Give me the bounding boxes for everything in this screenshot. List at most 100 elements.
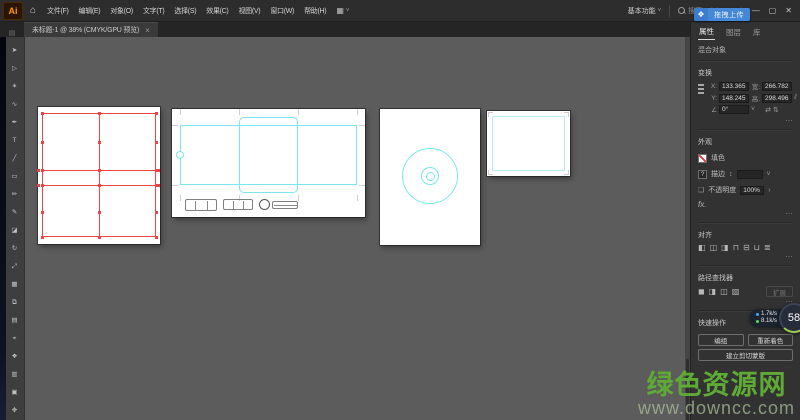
height-field[interactable]: 298.496 — [762, 94, 792, 103]
align-horizontal-right-icon[interactable]: ◨ — [721, 243, 729, 252]
unite-icon[interactable]: ◼ — [698, 287, 705, 296]
opacity-chevron-icon[interactable]: › — [768, 187, 770, 194]
document-tabbar: ▤ 未标题-1 @ 38% (CMYK/GPU 预览) × — [0, 22, 690, 37]
magic-wand-tool[interactable]: ✶ — [6, 83, 23, 91]
tab-properties[interactable]: 属性 — [698, 26, 715, 40]
sleeve-center-panel — [239, 117, 298, 193]
divider — [669, 5, 670, 17]
app-logo-icon[interactable]: Ai — [3, 2, 23, 20]
minus-front-icon[interactable]: ◨ — [709, 287, 717, 296]
opacity-field[interactable]: 100% — [740, 186, 764, 195]
menu-item[interactable]: 选择(S) — [170, 3, 200, 19]
x-field[interactable]: 133.365 — [719, 82, 749, 91]
stroke-dropdown-icon[interactable]: ˅ — [767, 171, 771, 178]
line-segment-tool[interactable]: ╱ — [6, 155, 23, 163]
rotate-field[interactable]: 0° — [719, 105, 749, 114]
align-vertical-center-icon[interactable]: ⊟ — [743, 243, 750, 252]
eyedropper-tool[interactable]: ⌖ — [6, 335, 23, 343]
fill-none-swatch[interactable] — [698, 154, 707, 163]
appearance-more-options[interactable]: ··· — [698, 211, 793, 217]
speed-score-circle[interactable]: 58 — [779, 303, 800, 333]
instruction-diagram-1 — [185, 199, 217, 211]
selection-tool[interactable]: ➤ — [6, 47, 23, 55]
artboard-1-box-template[interactable] — [38, 107, 160, 244]
pencil-tool[interactable]: ✎ — [6, 209, 23, 217]
scale-tool[interactable]: ⤢ — [6, 263, 23, 271]
reference-point-selector[interactable] — [698, 84, 704, 96]
distribute-icon[interactable]: ≣ — [764, 243, 771, 252]
download-dot-icon — [756, 320, 759, 323]
tab-libraries[interactable]: 库 — [752, 27, 762, 40]
angle-dropdown-icon[interactable]: ˅ — [751, 106, 755, 113]
make-clipping-mask-button[interactable]: 建立剪切蒙版 — [698, 349, 793, 361]
tab-close-icon[interactable]: × — [145, 26, 150, 35]
rotate-tool[interactable]: ↻ — [6, 245, 23, 253]
menu-bar: 文件(F)编辑(E)对象(O)文字(T)选择(S)效果(C)视图(V)窗口(W)… — [43, 3, 330, 19]
free-transform-tool[interactable]: ▦ — [6, 281, 23, 289]
menu-item[interactable]: 视图(V) — [234, 3, 264, 19]
gradient-tool[interactable]: ▤ — [6, 317, 23, 325]
pen-tool[interactable]: ✒ — [6, 119, 23, 127]
align-horizontal-center-icon[interactable]: ◫ — [710, 243, 718, 252]
menu-item[interactable]: 窗口(W) — [266, 3, 298, 19]
box-band-bottom-line — [42, 185, 156, 186]
home-icon[interactable]: ⌂ — [30, 5, 36, 16]
menu-item[interactable]: 编辑(E) — [75, 3, 105, 19]
expand-button[interactable]: 扩展 — [766, 286, 793, 297]
recolor-button[interactable]: 重新着色 — [748, 334, 794, 346]
selection-type-label: 混合对象 — [698, 45, 793, 55]
artboard-4-label-card[interactable] — [487, 111, 570, 176]
menu-item[interactable]: 效果(C) — [202, 3, 232, 19]
canvas[interactable] — [25, 37, 690, 420]
paintbrush-tool[interactable]: ✏ — [6, 191, 23, 199]
hand-tool[interactable]: ✥ — [6, 407, 23, 415]
blend-tool[interactable]: ❖ — [6, 353, 23, 361]
upload-tooltip-badge[interactable]: ❖ 拖拽上传 — [694, 8, 750, 21]
y-field[interactable]: 148.245 — [719, 94, 749, 103]
watermark-title: 绿色资源网 — [638, 371, 795, 399]
eraser-tool[interactable]: ◪ — [6, 227, 23, 235]
document-tab[interactable]: 未标题-1 @ 38% (CMYK/GPU 预览) × — [24, 22, 158, 37]
tab-layers[interactable]: 图层 — [725, 27, 742, 40]
selection-handles — [37, 106, 40, 109]
exclude-icon[interactable]: ▨ — [732, 287, 740, 296]
direct-selection-tool[interactable]: ▷ — [6, 65, 23, 73]
artboard-3-disc[interactable] — [380, 109, 480, 245]
constrain-proportions-icon[interactable]: ⫽ — [794, 94, 797, 102]
speed-monitor-widget[interactable]: 1.7k/s 8.1k/s 58 — [750, 303, 800, 333]
intersect-icon[interactable]: ◫ — [720, 287, 728, 296]
column-graph-tool[interactable]: ▥ — [6, 371, 23, 379]
type-tool[interactable]: T — [6, 137, 23, 145]
align-horizontal-left-icon[interactable]: ◧ — [698, 243, 706, 252]
align-more-options[interactable]: ··· — [698, 254, 793, 260]
arrange-documents-icon[interactable]: ▦ — [336, 6, 344, 15]
artboard-tool[interactable]: ▣ — [6, 389, 23, 397]
menu-item[interactable]: 对象(O) — [106, 3, 137, 19]
stroke-mixed-swatch[interactable]: ? — [698, 170, 707, 179]
panel-menu-icon[interactable]: ▤ — [0, 29, 24, 37]
tool-palette: ➤▷✶∿✒T╱▭✏✎◪↻⤢▦⧉▤⌖❖▥▣✥⌕ ▣ ⋯ — [6, 37, 25, 420]
stroke-weight-field[interactable] — [737, 170, 763, 179]
upload-speed: 1.7k/s — [761, 311, 777, 318]
align-vertical-top-icon[interactable]: ⊓ — [733, 243, 739, 252]
artboard-2-sleeve-template[interactable] — [172, 109, 365, 217]
menu-item[interactable]: 帮助(H) — [300, 3, 330, 19]
flip-horizontal-icon[interactable]: ⇄ — [765, 106, 771, 114]
workspace-switcher[interactable]: 基本功能 ˅ — [628, 6, 662, 16]
transform-more-options[interactable]: ··· — [698, 118, 793, 124]
lasso-tool[interactable]: ∿ — [6, 101, 23, 109]
rectangle-tool[interactable]: ▭ — [6, 173, 23, 181]
shape-builder-tool[interactable]: ⧉ — [6, 299, 23, 307]
menu-item[interactable]: 文字(T) — [139, 3, 168, 19]
width-field[interactable]: 266.782 — [762, 82, 792, 91]
group-button[interactable]: 编组 — [698, 334, 744, 346]
minimize-button[interactable]: — — [752, 6, 760, 15]
align-vertical-bottom-icon[interactable]: ⊔ — [754, 243, 760, 252]
stroke-weight-stepper[interactable]: ↕ — [729, 171, 733, 178]
flip-vertical-icon[interactable]: ⇅ — [773, 106, 779, 114]
maximize-button[interactable]: ▢ — [769, 6, 777, 15]
menu-item[interactable]: 文件(F) — [43, 3, 72, 19]
content: ▤ 未标题-1 @ 38% (CMYK/GPU 预览) × ➤ ▷ ✶ ∿ ✒ T ╱ ▭ ✏ ✎… — [0, 22, 800, 420]
close-button[interactable]: ✕ — [785, 6, 792, 15]
effects-fx-icon[interactable]: fx. — [698, 200, 793, 209]
